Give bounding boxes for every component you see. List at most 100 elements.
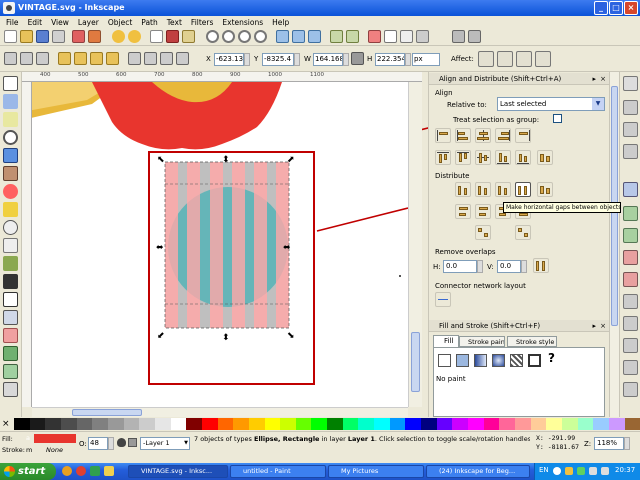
scale-handle-s[interactable]: ⬍ bbox=[222, 333, 230, 343]
export-icon[interactable] bbox=[88, 30, 101, 43]
duplicate-icon[interactable] bbox=[276, 30, 289, 43]
snap-bbox-corner-icon[interactable] bbox=[623, 144, 638, 159]
swatch[interactable] bbox=[624, 418, 640, 430]
snap-page-border-icon[interactable] bbox=[623, 360, 638, 375]
treat-as-group-checkbox[interactable] bbox=[553, 114, 562, 123]
swatch[interactable] bbox=[92, 418, 108, 430]
scrollbar-thumb[interactable] bbox=[411, 332, 420, 392]
opacity-field[interactable]: 48 bbox=[88, 437, 108, 450]
chevron-down-icon[interactable]: ▼ bbox=[592, 98, 604, 110]
arrange-connector-network-button[interactable] bbox=[435, 292, 451, 307]
flip-vertical-icon[interactable] bbox=[106, 52, 119, 65]
swatch[interactable] bbox=[358, 418, 375, 430]
selector-tool-icon[interactable] bbox=[3, 76, 18, 91]
snap-centers-icon[interactable] bbox=[623, 316, 638, 331]
swatch[interactable] bbox=[248, 418, 265, 430]
canvas-horizontal-scrollbar[interactable] bbox=[32, 407, 408, 417]
menu-layer[interactable]: Layer bbox=[78, 18, 99, 27]
menu-path[interactable]: Path bbox=[141, 18, 157, 27]
h-spinner[interactable] bbox=[405, 53, 411, 66]
scale-handle-n[interactable]: ⬍ bbox=[222, 155, 230, 165]
minimize-button[interactable]: _ bbox=[594, 1, 608, 15]
overlap-v-spinner[interactable] bbox=[521, 260, 527, 273]
distribute-left-edges-button[interactable] bbox=[455, 182, 471, 197]
zoom-width-icon[interactable] bbox=[254, 30, 267, 43]
rotate-ccw-icon[interactable] bbox=[58, 52, 71, 65]
cut-icon[interactable] bbox=[166, 30, 179, 43]
save-icon[interactable] bbox=[36, 30, 49, 43]
no-paint-swatch-icon[interactable]: × bbox=[2, 419, 10, 429]
eye-icon[interactable] bbox=[117, 438, 126, 447]
tab-stroke-style[interactable]: Stroke style bbox=[507, 336, 557, 347]
y-field[interactable]: -8325.4 bbox=[262, 53, 294, 66]
snap-intersections-icon[interactable] bbox=[623, 228, 638, 243]
randomize-positions-button[interactable] bbox=[475, 225, 491, 240]
tray-icon[interactable] bbox=[565, 467, 573, 475]
star-tool-icon[interactable] bbox=[3, 202, 18, 217]
x-spinner[interactable] bbox=[244, 53, 250, 66]
swatch[interactable] bbox=[45, 418, 61, 430]
quicklaunch-folder-icon[interactable] bbox=[104, 466, 114, 476]
swatch[interactable] bbox=[546, 418, 562, 430]
swatch[interactable] bbox=[123, 418, 140, 430]
start-button[interactable]: start bbox=[0, 463, 56, 480]
snap-nodes-icon[interactable] bbox=[623, 182, 638, 197]
scale-handle-nw[interactable]: ⬉ bbox=[157, 155, 165, 165]
panel-close-icon[interactable]: × bbox=[600, 320, 606, 332]
h-field[interactable]: 222.354 bbox=[375, 53, 405, 66]
print-icon[interactable] bbox=[52, 30, 65, 43]
snap-paths-icon[interactable] bbox=[623, 206, 638, 221]
3d-box-tool-icon[interactable] bbox=[3, 166, 18, 181]
w-field[interactable]: 164.168 bbox=[313, 53, 343, 66]
affect-patterns-icon[interactable] bbox=[535, 51, 551, 67]
distribute-top-edges-button[interactable] bbox=[455, 204, 471, 219]
swatch[interactable] bbox=[452, 418, 469, 430]
stripe-rectangle[interactable] bbox=[187, 162, 200, 328]
overlap-h-field[interactable]: 0.0 bbox=[443, 260, 477, 273]
text-font-icon[interactable] bbox=[384, 30, 397, 43]
new-document-icon[interactable] bbox=[4, 30, 17, 43]
raise-icon[interactable] bbox=[144, 52, 157, 65]
snap-midpoints-icon[interactable] bbox=[623, 294, 638, 309]
align-left-to-right-edge-button[interactable] bbox=[515, 128, 531, 143]
lower-icon[interactable] bbox=[160, 52, 173, 65]
swatch-icon[interactable] bbox=[528, 354, 541, 367]
swatch[interactable] bbox=[405, 418, 422, 430]
maximize-button[interactable]: □ bbox=[609, 1, 623, 15]
scale-handle-e[interactable]: ⬌ bbox=[283, 243, 291, 253]
ellipse-tool-icon[interactable] bbox=[3, 184, 18, 199]
align-distribute-header[interactable]: Align and Distribute (Shift+Ctrl+A) ▸ × bbox=[429, 73, 610, 85]
align-distribute-icon[interactable] bbox=[416, 30, 429, 43]
menu-view[interactable]: View bbox=[51, 18, 69, 27]
swatch[interactable] bbox=[608, 418, 625, 430]
panel-menu-icon[interactable]: ▸ bbox=[592, 73, 596, 85]
panel-scrollbar[interactable] bbox=[609, 72, 619, 417]
menu-extensions[interactable]: Extensions bbox=[222, 18, 263, 27]
no-paint-icon[interactable] bbox=[438, 354, 451, 367]
swatch[interactable] bbox=[29, 418, 46, 430]
swatch[interactable] bbox=[201, 418, 218, 430]
distribute-right-edges-button[interactable] bbox=[495, 182, 511, 197]
select-all-layers-icon[interactable] bbox=[20, 52, 33, 65]
menu-file[interactable]: File bbox=[6, 18, 19, 27]
radial-gradient-icon[interactable] bbox=[492, 354, 505, 367]
select-all-icon[interactable] bbox=[4, 52, 17, 65]
align-bottom-to-top-edge-button[interactable] bbox=[435, 150, 451, 165]
swatch[interactable] bbox=[76, 418, 93, 430]
taskbar-item-my-pictures[interactable]: My Pictures bbox=[328, 465, 424, 478]
scale-handle-sw[interactable]: ⬋ bbox=[157, 331, 165, 341]
scale-handle-w[interactable]: ⬌ bbox=[156, 243, 164, 253]
align-top-to-bottom-edge-button[interactable] bbox=[515, 150, 531, 165]
align-top-edges-button[interactable] bbox=[455, 150, 471, 165]
taskbar-item-browser[interactable]: (24) Inkscape for Beg... bbox=[426, 465, 530, 478]
menu-filters[interactable]: Filters bbox=[191, 18, 213, 27]
w-spinner[interactable] bbox=[343, 53, 349, 66]
xml-editor-icon[interactable] bbox=[400, 30, 413, 43]
flat-color-icon[interactable] bbox=[456, 354, 469, 367]
swatch[interactable] bbox=[280, 418, 296, 430]
scale-handle-se[interactable]: ⬊ bbox=[287, 331, 295, 341]
panel-menu-icon[interactable]: ▸ bbox=[592, 320, 596, 332]
import-icon[interactable] bbox=[72, 30, 85, 43]
close-button[interactable]: × bbox=[624, 1, 638, 15]
copy-icon[interactable] bbox=[150, 30, 163, 43]
